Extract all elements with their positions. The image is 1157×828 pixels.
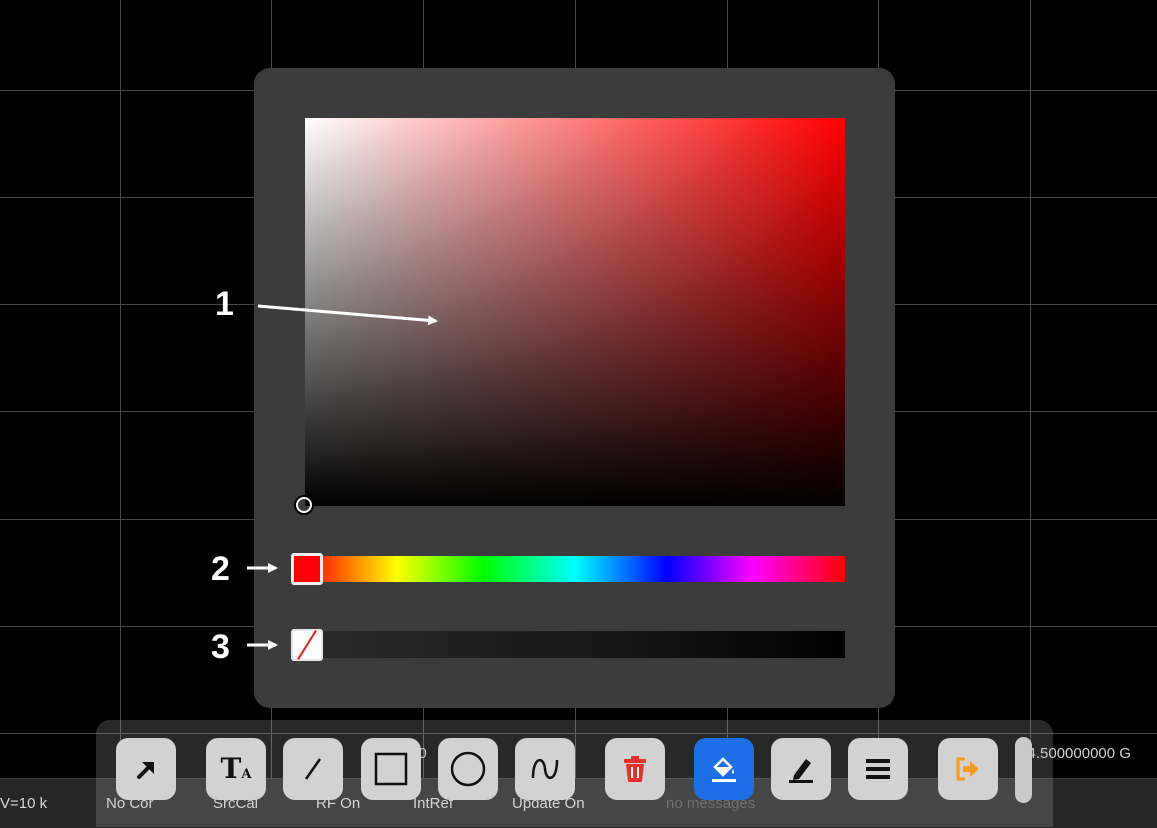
circle-icon (450, 751, 486, 787)
transparency-slider-handle[interactable] (291, 629, 323, 661)
hue-slider-handle[interactable] (291, 553, 323, 585)
line-color-button[interactable] (771, 738, 831, 800)
line-tool-button[interactable] (283, 738, 343, 800)
line-width-button[interactable] (848, 738, 908, 800)
wave-icon (531, 759, 559, 779)
paint-bucket-icon (712, 757, 736, 782)
select-tool-button[interactable] (116, 738, 176, 800)
text-tool-button[interactable]: TA (206, 738, 266, 800)
annotation-label-3: 3 (211, 628, 230, 666)
sign-out-icon (956, 757, 979, 781)
annotation-label-1: 1 (215, 285, 234, 323)
arrow-pointer-icon (137, 762, 154, 779)
text-icon: TA (220, 752, 252, 785)
rectangle-tool-button[interactable] (361, 738, 421, 800)
trash-icon (624, 756, 646, 782)
saturation-value-handle[interactable] (296, 497, 312, 513)
menu-lines-icon (866, 759, 890, 779)
ellipse-tool-button[interactable] (438, 738, 498, 800)
exit-button[interactable] (938, 738, 998, 800)
annotation-label-2: 2 (211, 550, 230, 588)
toolbar-scrollbar[interactable] (1015, 737, 1032, 803)
line-icon (304, 758, 322, 780)
transparency-slider[interactable] (305, 631, 845, 658)
pencil-icon (789, 759, 813, 783)
saturation-value-area[interactable] (305, 118, 845, 506)
rectangle-icon (374, 752, 408, 786)
status-vbw[interactable]: V=10 k (0, 795, 47, 812)
fill-color-button[interactable] (694, 738, 754, 800)
hue-slider[interactable] (305, 556, 845, 582)
freehand-tool-button[interactable] (515, 738, 575, 800)
delete-button[interactable] (605, 738, 665, 800)
